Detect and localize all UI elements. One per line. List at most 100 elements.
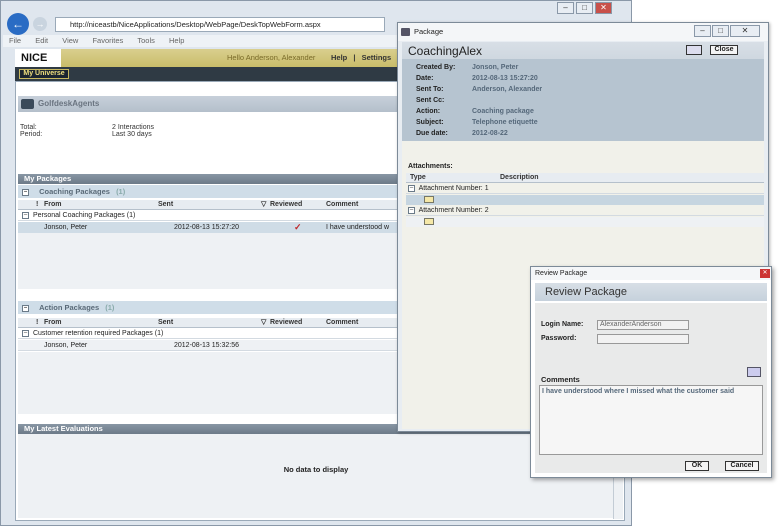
col-sent[interactable]: Sent [158,200,173,210]
evaluations-panel: No data to display [18,434,614,518]
pkg-close-window-button[interactable]: ✕ [730,25,760,37]
period-value: Last 30 days [112,131,152,138]
col-flag[interactable]: ! [36,200,38,210]
forward-icon[interactable]: → [33,17,47,31]
menu-edit[interactable]: Edit [35,36,48,45]
table-row[interactable]: Jonson, Peter 2012-08-13 15:27:20 ✓ I ha… [18,222,402,233]
close-icon[interactable]: ✕ [760,269,770,278]
agent-header: GolfdeskAgents [18,96,402,112]
col-reviewed[interactable]: Reviewed [270,200,302,210]
login-label: Login Name: [541,321,584,328]
coaching-group-label: Personal Coaching Packages (1) [32,212,136,219]
agent-name: GolfdeskAgents [38,99,100,108]
coaching-title: Coaching Packages [39,187,110,196]
review-titlebar: Review Package [531,267,771,280]
pkg-maximize-button[interactable]: □ [712,25,729,37]
package-icon [401,28,410,36]
collapse-icon[interactable]: – [408,206,415,214]
collapse-icon[interactable]: – [408,184,415,192]
separator: | [353,53,356,62]
menu-favorites[interactable]: Favorites [92,36,123,45]
collapse-icon[interactable]: – [22,329,29,337]
greeting-text: Hello Anderson, Alexander [227,53,316,62]
package-titlebar-text: Package [414,27,444,36]
action-grid-empty [18,352,402,414]
action-title: Action Packages [39,303,100,312]
package-details: Created By: Jonson, Peter Date: 2012-08-… [402,59,764,141]
comments-textarea[interactable]: I have understood where I missed what th… [539,385,763,455]
close-button[interactable]: Close [710,45,738,55]
spellcheck-icon[interactable] [747,367,761,377]
col-sent[interactable]: Sent [158,318,173,328]
menu-view[interactable]: View [62,36,78,45]
table-row[interactable]: Jonson, Peter 2012-08-13 15:32:56 [18,340,402,351]
attachment-row[interactable] [406,195,764,205]
no-data-text: No data to display [283,465,349,474]
row-from: Jonson, Peter [44,342,88,349]
menu-help[interactable]: Help [169,36,184,45]
attachments-grid-header: Type Description [406,173,764,183]
ok-button[interactable]: OK [685,461,709,471]
address-bar[interactable]: http://niceastb/NiceApplications/Desktop… [55,17,385,32]
period-label: Period: [20,131,43,138]
total-label: Total: [20,124,37,131]
action-packages-header[interactable]: – Action Packages (1) [18,301,402,314]
header-links: Help | Settings [331,49,391,67]
close-window-button[interactable]: ✕ [595,2,612,14]
attachment-row[interactable] [406,217,764,227]
attachment-group-label: Attachment Number: 2 [418,207,489,214]
col-description[interactable]: Description [500,173,539,183]
collapse-icon[interactable]: – [22,211,29,219]
col-reviewed[interactable]: Reviewed [270,318,302,328]
package-title: CoachingAlex [408,44,483,58]
print-icon[interactable] [686,45,702,55]
attachment-group-label: Attachment Number: 1 [418,185,489,192]
nice-logo: NICE [15,49,61,67]
row-from: Jonson, Peter [44,224,88,231]
back-icon[interactable]: ← [7,13,29,35]
row-sent: 2012-08-13 15:27:20 [174,224,239,231]
action-group-label: Customer retention required Packages (1) [32,330,164,337]
comments-label: Comments [541,375,580,384]
agents-icon [21,99,34,109]
help-link[interactable]: Help [331,53,347,62]
maximize-button[interactable]: □ [576,2,593,14]
col-type[interactable]: Type [410,173,426,183]
action-count: (1) [105,303,115,312]
attachment-group-2[interactable]: – Attachment Number: 2 [406,206,764,216]
login-input[interactable]: AlexanderAnderson [597,320,689,330]
action-group-row[interactable]: – Customer retention required Packages (… [18,329,402,339]
cancel-button[interactable]: Cancel [725,461,759,471]
settings-link[interactable]: Settings [362,53,392,62]
col-flag[interactable]: ! [36,318,38,328]
filter-icon[interactable]: ▽ [261,200,266,210]
minimize-button[interactable]: – [557,2,574,14]
pkg-minimize-button[interactable]: – [694,25,711,37]
review-dialog: Review Package ✕ Review Package Login Na… [530,266,772,478]
password-input[interactable] [597,334,689,344]
attachments-label: Attachments: [408,163,453,170]
coaching-group-row[interactable]: – Personal Coaching Packages (1) [18,211,402,221]
tab-my-universe[interactable]: My Universe [19,69,69,79]
filter-icon[interactable]: ▽ [261,318,266,328]
packages-section-header: My Packages [18,174,402,184]
attachment-group-1[interactable]: – Attachment Number: 1 [406,184,764,194]
menu-file[interactable]: File [9,36,21,45]
col-from[interactable]: From [44,318,62,328]
col-comment[interactable]: Comment [326,318,358,328]
col-comment[interactable]: Comment [326,200,358,210]
coaching-grid-header: ! From Sent ▽ Reviewed Comment [18,200,402,210]
coaching-grid-empty [18,233,402,289]
menu-tools[interactable]: Tools [137,36,155,45]
review-body: Login Name: AlexanderAnderson Password: … [535,303,767,473]
collapse-icon[interactable]: – [22,188,29,196]
attachment-icon[interactable] [424,218,434,225]
action-grid-header: ! From Sent ▽ Reviewed Comment [18,318,402,328]
coaching-count: (1) [116,187,126,196]
col-from[interactable]: From [44,200,62,210]
attachment-icon[interactable] [424,196,434,203]
review-title: Review Package [535,283,767,301]
coaching-packages-header[interactable]: – Coaching Packages (1) [18,185,402,198]
collapse-icon[interactable]: – [22,304,29,312]
row-comment: I have understood w [326,224,390,231]
